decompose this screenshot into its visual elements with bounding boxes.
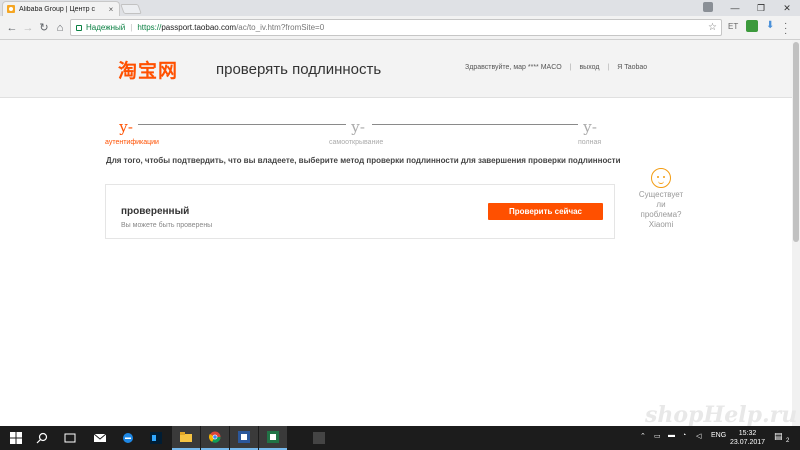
page-title: проверять подлинность bbox=[216, 61, 382, 78]
instruction-text: Для того, чтобы подтвердить, что вы влад… bbox=[106, 156, 621, 165]
close-window-icon[interactable]: ✕ bbox=[774, 0, 800, 16]
my-taobao-link[interactable]: Я Taobao bbox=[617, 64, 647, 71]
language-indicator[interactable]: ENG bbox=[711, 432, 726, 439]
reload-icon[interactable]: ↻ bbox=[36, 20, 52, 36]
word-icon[interactable] bbox=[230, 426, 258, 450]
smiley-help-icon[interactable] bbox=[651, 168, 671, 188]
alibaba-favicon-icon bbox=[7, 5, 15, 13]
search-icon[interactable] bbox=[28, 426, 56, 450]
extension-badge-icon[interactable] bbox=[746, 20, 758, 32]
back-icon[interactable]: ← bbox=[4, 20, 20, 36]
photoshop-icon[interactable] bbox=[142, 426, 170, 450]
verify-subtitle: Вы можете быть проверены bbox=[121, 222, 213, 229]
verify-option-card: проверенный Вы можете быть проверены Про… bbox=[105, 184, 615, 239]
scroll-thumb[interactable] bbox=[793, 42, 799, 242]
tray-icon-1[interactable]: ▭ bbox=[654, 432, 661, 440]
verify-now-button[interactable]: Проверить сейчас bbox=[488, 203, 603, 220]
profile-icon[interactable] bbox=[703, 2, 713, 12]
file-explorer-icon[interactable] bbox=[172, 426, 200, 450]
chrome-icon[interactable] bbox=[201, 426, 229, 450]
clock-time: 15:32 bbox=[738, 430, 757, 437]
url-host: passport.taobao.com bbox=[161, 23, 237, 32]
network-icon[interactable]: ◔ bbox=[682, 432, 686, 439]
address-bar[interactable]: Надежный | https:// passport.taobao.com … bbox=[70, 19, 722, 36]
windows-start-icon[interactable] bbox=[2, 426, 30, 450]
step-connector bbox=[372, 124, 578, 125]
task-view-icon[interactable] bbox=[56, 426, 84, 450]
step-3-label: полная bbox=[578, 139, 602, 146]
notification-icon[interactable]: ▤ bbox=[774, 431, 783, 442]
url-path: /ac/to_iv.htm?fromSite=0 bbox=[236, 23, 325, 32]
mail-icon[interactable] bbox=[86, 426, 114, 450]
clock-date: 23.07.2017 bbox=[730, 439, 766, 446]
secure-label: Надежный bbox=[86, 23, 126, 32]
tray-expand-icon[interactable]: ⌃ bbox=[640, 432, 646, 440]
minimize-icon[interactable]: — bbox=[722, 0, 748, 16]
clock[interactable]: 15:32 23.07.2017 bbox=[730, 429, 765, 447]
taobao-logo[interactable]: 淘宝网 bbox=[118, 56, 178, 83]
extension-et[interactable]: ET bbox=[728, 20, 738, 34]
help-text-1: Существует bbox=[638, 190, 684, 199]
tab-close-icon[interactable]: × bbox=[107, 5, 115, 14]
volume-icon[interactable]: ◁ bbox=[696, 432, 701, 440]
logout-link[interactable]: выход bbox=[579, 64, 599, 71]
desktop-preview-icon[interactable] bbox=[305, 426, 333, 450]
help-text-2: ли проблема? bbox=[640, 200, 682, 219]
url-scheme: https:// bbox=[137, 23, 162, 32]
help-text-3: Xiaomi bbox=[648, 220, 674, 229]
browser-toolbar: ← → ↻ ⌂ Надежный | https:// passport.tao… bbox=[0, 16, 800, 40]
edge-icon[interactable] bbox=[114, 426, 142, 450]
new-tab-button[interactable] bbox=[120, 4, 142, 14]
page-header: 淘宝网 проверять подлинность Здравствуйте, … bbox=[0, 40, 792, 98]
greeting-text: Здравствуйте, мар **** MACO bbox=[465, 64, 562, 71]
step-2-label: самооткрывание bbox=[329, 139, 384, 146]
maximize-icon[interactable]: ❐ bbox=[748, 0, 774, 16]
step-2-mark: у- bbox=[351, 118, 365, 136]
excel-icon[interactable] bbox=[259, 426, 287, 450]
home-icon[interactable]: ⌂ bbox=[52, 20, 68, 36]
forward-icon[interactable]: → bbox=[20, 20, 36, 36]
tray-icon-2[interactable]: ▬ bbox=[668, 432, 675, 439]
watermark: shopHelp.ru bbox=[645, 402, 798, 428]
download-icon[interactable]: ⬇ bbox=[766, 20, 774, 31]
page-scrollbar[interactable] bbox=[792, 40, 800, 426]
browser-menu-icon[interactable]: · · · bbox=[784, 19, 788, 39]
windows-taskbar: ⌃ ▭ ▬ ◔ ◁ ENG 15:32 23.07.2017 ▤ 2 bbox=[0, 426, 800, 450]
step-connector bbox=[138, 124, 346, 125]
notification-count: 2 bbox=[786, 438, 790, 444]
help-widget[interactable]: Существует ли проблема? Xiaomi bbox=[636, 168, 686, 230]
step-1-label: аутентификации bbox=[105, 139, 159, 146]
browser-tab[interactable]: Alibaba Group | Центр с × bbox=[2, 1, 120, 16]
user-bar: Здравствуйте, мар **** MACO | выход | Я … bbox=[465, 64, 648, 71]
verify-title: проверенный bbox=[121, 206, 190, 217]
step-1-mark: у- bbox=[119, 118, 133, 136]
lock-icon bbox=[76, 24, 82, 31]
tab-strip: Alibaba Group | Центр с × — ❐ ✕ bbox=[0, 0, 800, 16]
step-3-mark: у- bbox=[583, 118, 597, 136]
bookmark-star-icon[interactable]: ☆ bbox=[708, 22, 717, 33]
progress-steps: у- у- у- аутентификации самооткрывание п… bbox=[0, 110, 792, 150]
tab-title: Alibaba Group | Центр с bbox=[19, 5, 95, 13]
